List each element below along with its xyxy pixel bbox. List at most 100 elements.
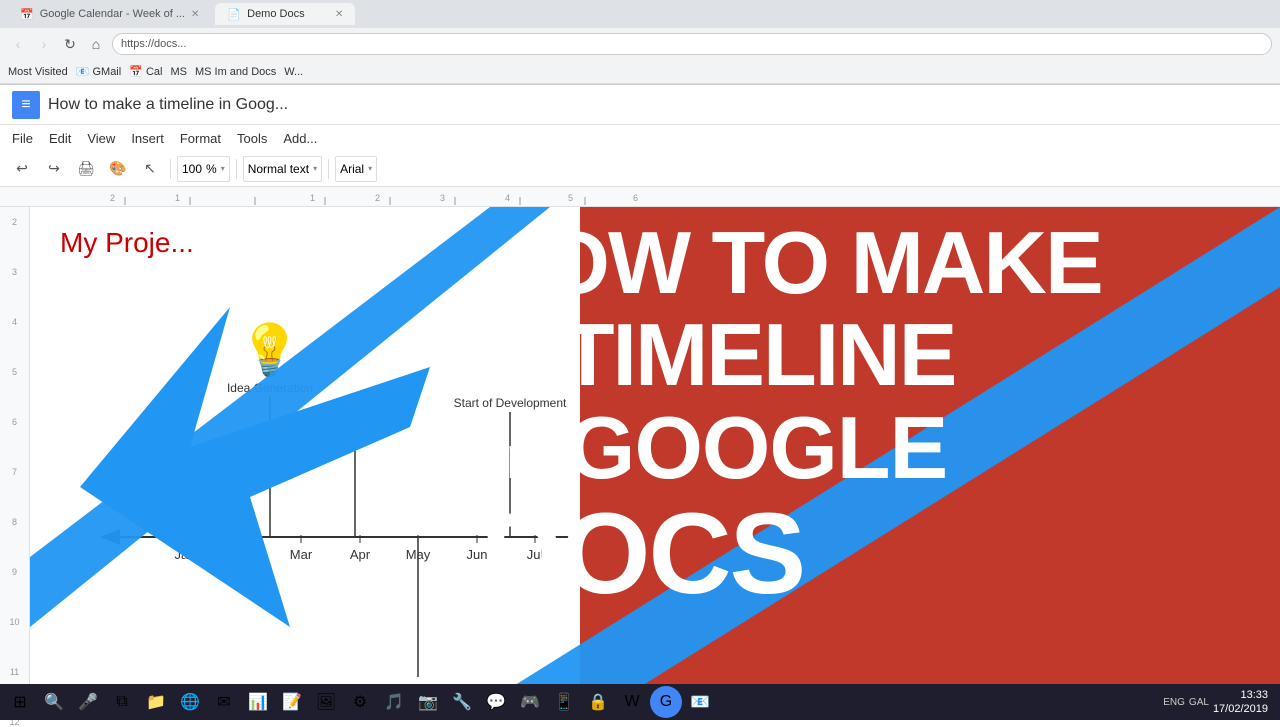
svg-text:4: 4 [505, 193, 510, 203]
doc-page: My Proje... 💡 Idea Generation Idea Selec… [30, 207, 1280, 685]
doc-area: 2 3 4 5 6 7 8 9 10 11 12 My Proje... 💡 I… [0, 207, 1280, 685]
tab-docs[interactable]: 📄 Demo Docs ✕ [215, 3, 355, 25]
bookmark-w[interactable]: W... [284, 66, 303, 78]
month-aug: Aug [581, 547, 604, 562]
office-button[interactable]: 📊 [242, 686, 274, 718]
docs-app: ≡ How to make a timeline in Goog... File… [0, 85, 1280, 207]
app4-button[interactable]: 🎵 [378, 686, 410, 718]
app8-button[interactable]: 🎮 [514, 686, 546, 718]
menu-addons[interactable]: Add... [283, 131, 317, 146]
browser-chrome: 📅 Google Calendar - Week of ... ✕ 📄 Demo… [0, 0, 1280, 85]
bookmarks-bar: Most Visited 📧 GMail 📅 Cal MS MS Im and … [0, 60, 1280, 84]
svg-text:2: 2 [375, 193, 380, 203]
svg-text:3: 3 [440, 193, 445, 203]
app3-button[interactable]: ⚙ [344, 686, 376, 718]
month-apr: Apr [350, 547, 371, 562]
print-button[interactable]: 🖨 [72, 155, 100, 183]
month-jul: Jul [527, 547, 544, 562]
tab-docs-label: Demo Docs [247, 8, 304, 20]
taskbar-time: 13:33 17/02/2019 [1213, 688, 1268, 717]
month-feb: Feb [232, 547, 254, 562]
start-button[interactable]: ⊞ [4, 686, 36, 718]
docs-logo: ≡ [12, 91, 40, 119]
app1-button[interactable]: 📝 [276, 686, 308, 718]
bookmark-cal[interactable]: 📅 Cal [129, 65, 162, 78]
font-label: Arial [340, 162, 364, 176]
search-button[interactable]: 🔍 [38, 686, 70, 718]
doc-title[interactable]: How to make a timeline in Goog... [48, 96, 1268, 114]
undo-button[interactable]: ↩ [8, 155, 36, 183]
back-button[interactable]: ‹ [8, 34, 28, 54]
nav-bar: ‹ › ↻ ⌂ https://docs... [0, 28, 1280, 60]
app9-button[interactable]: 📱 [548, 686, 580, 718]
tab-bar: 📅 Google Calendar - Week of ... ✕ 📄 Demo… [0, 0, 1280, 28]
svg-text:1: 1 [310, 193, 315, 203]
paint-format-button[interactable]: 🎨 [104, 155, 132, 183]
calendar-tab-icon: 📅 [20, 8, 34, 21]
font-arrow: ▾ [368, 164, 372, 173]
style-select[interactable]: Normal text ▾ [243, 156, 322, 182]
redo-button[interactable]: ↪ [40, 155, 68, 183]
app5-button[interactable]: 📷 [412, 686, 444, 718]
style-label: Normal text [248, 162, 309, 176]
tab-calendar-label: Google Calendar - Week of ... [40, 8, 185, 20]
app6-button[interactable]: 🔧 [446, 686, 478, 718]
cortana-button[interactable]: 🎤 [72, 686, 104, 718]
font-select[interactable]: Arial ▾ [335, 156, 377, 182]
menu-file[interactable]: File [12, 131, 33, 146]
home-button[interactable]: ⌂ [86, 34, 106, 54]
month-sep: Sep [639, 547, 662, 562]
tab-calendar-close[interactable]: ✕ [191, 9, 199, 20]
email-button[interactable]: 📧 [684, 686, 716, 718]
idea-generation-label: Idea Generation [227, 381, 313, 395]
bookmark-most-visited[interactable]: Most Visited [8, 66, 68, 78]
cursor-button[interactable]: ↖ [136, 155, 164, 183]
ruler-marks: 2 1 1 2 3 4 5 6 [50, 187, 1280, 206]
zoom-select[interactable]: 100% ▾ [177, 156, 230, 182]
menu-format[interactable]: Format [180, 131, 221, 146]
menu-edit[interactable]: Edit [49, 131, 71, 146]
explorer-button[interactable]: 📁 [140, 686, 172, 718]
lightbulb-icon: 💡 [239, 321, 301, 378]
taskview-button[interactable]: ⧉ [106, 686, 138, 718]
app2-button[interactable]: 🖼 [310, 686, 342, 718]
bookmark-ms[interactable]: MS [170, 66, 187, 78]
svg-text:1: 1 [175, 193, 180, 203]
month-nov: Nov [756, 547, 780, 562]
left-margin-ruler: 2 3 4 5 6 7 8 9 10 11 12 [0, 207, 30, 685]
menu-tools[interactable]: Tools [237, 131, 267, 146]
end-b-label: End of B... [632, 421, 688, 435]
tab-calendar[interactable]: 📅 Google Calendar - Week of ... ✕ [8, 3, 211, 25]
ruler: 2 1 1 2 3 4 5 6 [0, 187, 1280, 207]
bookmark-gmail[interactable]: 📧 GMail [76, 65, 121, 78]
app7-button[interactable]: 💬 [480, 686, 512, 718]
svg-text:5: 5 [568, 193, 573, 203]
docs-tab-icon: 📄 [227, 8, 241, 21]
menu-insert[interactable]: Insert [131, 131, 164, 146]
zoom-arrow: ▾ [221, 164, 225, 173]
mail-button[interactable]: ✉ [208, 686, 240, 718]
app10-button[interactable]: 🔒 [582, 686, 614, 718]
tab-docs-close[interactable]: ✕ [335, 9, 343, 20]
docs-menu-bar: File Edit View Insert Format Tools Add..… [0, 125, 1280, 151]
chrome-button[interactable]: G [650, 686, 682, 718]
svg-text:6: 6 [633, 193, 638, 203]
taskbar: ⊞ 🔍 🎤 ⧉ 📁 🌐 ✉ 📊 📝 🖼 ⚙ 🎵 📷 🔧 💬 🎮 📱 🔒 W G … [0, 684, 1280, 720]
svg-text:2: 2 [110, 193, 115, 203]
idea-selection-label: Idea Selection [317, 411, 393, 425]
forward-button[interactable]: › [34, 34, 54, 54]
menu-view[interactable]: View [87, 131, 115, 146]
taskbar-right: ENG GAL 13:33 17/02/2019 [1163, 688, 1276, 717]
address-bar[interactable]: https://docs... [112, 33, 1272, 55]
browser-button[interactable]: 🌐 [174, 686, 206, 718]
bookmark-msim[interactable]: MS Im and Docs [195, 66, 276, 78]
toolbar-sep-1 [170, 159, 171, 179]
zoom-value: 100 [182, 162, 202, 176]
document-title: My Proje... [60, 227, 1250, 259]
month-dec: Dec [814, 547, 838, 562]
taskbar-layout: GAL [1189, 697, 1209, 708]
word-button[interactable]: W [616, 686, 648, 718]
axis-right-end [820, 529, 840, 545]
month-jun: Jun [467, 547, 488, 562]
reload-button[interactable]: ↻ [60, 34, 80, 54]
